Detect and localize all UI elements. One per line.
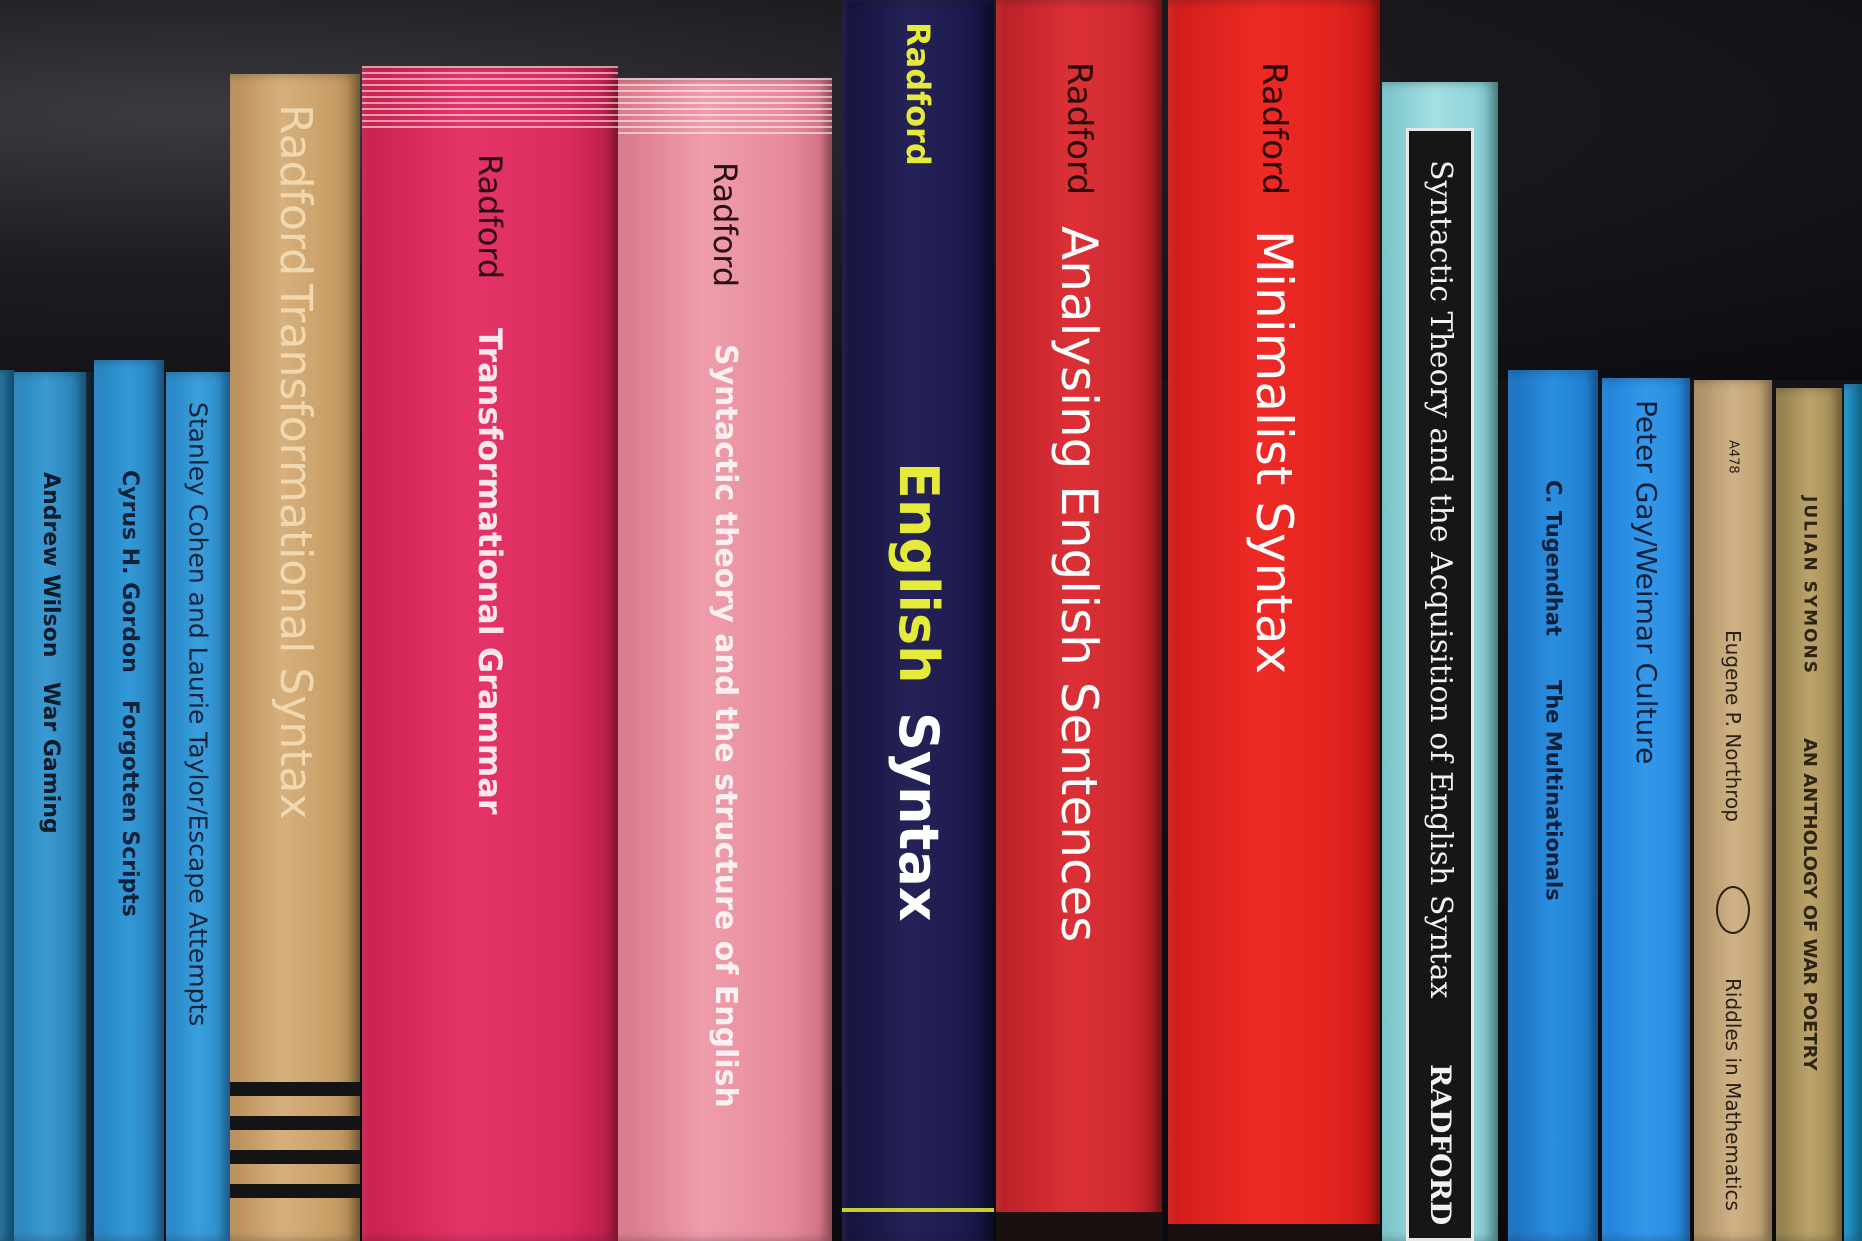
book-spine-escape-attempts: Stanley Cohen and Laurie Taylor/Escape A… xyxy=(166,372,230,1241)
book-author: Radford xyxy=(706,162,744,288)
page-edges xyxy=(618,78,832,136)
book-author: Radford xyxy=(471,154,509,280)
book-spine-acquisition-of-english-syntax: Syntactic Theory and the Acquisition of … xyxy=(1382,82,1498,1241)
spine-accent-line xyxy=(842,1208,994,1212)
book-title: The Multinationals xyxy=(1541,680,1566,901)
book-spine-minimalist-syntax: Radford Minimalist Syntax xyxy=(1168,0,1380,1241)
book-spine-the-multinationals: C. Tugendhat The Multinationals xyxy=(1508,370,1598,1241)
book-spine-riddles-in-mathematics: A478 Eugene P. Northrop Riddles in Mathe… xyxy=(1694,380,1772,1241)
book-title: Transformational Grammar xyxy=(471,328,509,815)
book-author: Radford xyxy=(1254,62,1294,196)
book-spine-analysing-english-sentences: Radford Analysing English Sentences xyxy=(996,0,1162,1241)
bookshelf: Andrew Wilson War Gaming Cyrus H. Gordon… xyxy=(0,0,1862,1241)
book-spine-sliver-right xyxy=(1844,384,1862,1241)
book-title: Peter Gay/Weimar Culture xyxy=(1630,400,1663,765)
spine-bottom-band xyxy=(996,1212,1162,1241)
book-author: Radford xyxy=(1059,62,1099,196)
book-title: Minimalist Syntax xyxy=(1245,230,1303,675)
book-spine-forgotten-scripts: Cyrus H. Gordon Forgotten Scripts xyxy=(94,360,164,1241)
book-title-part2: Syntax xyxy=(887,712,950,922)
book-title: Transformational Syntax xyxy=(270,284,321,820)
page-edges xyxy=(362,66,618,128)
book-spine-war-gaming: Andrew Wilson War Gaming xyxy=(14,372,86,1241)
spine-stripe xyxy=(230,1082,360,1096)
book-author: RADFORD xyxy=(1424,1064,1457,1226)
book-spine-sliver xyxy=(0,370,14,1241)
penguin-logo-icon xyxy=(1716,886,1750,934)
book-author: Andrew Wilson xyxy=(38,472,63,658)
book-author: Cyrus H. Gordon xyxy=(117,470,142,673)
spine-stripe xyxy=(230,1184,360,1198)
book-author: Radford xyxy=(899,22,937,166)
book-spine-transformational-syntax: Radford Transformational Syntax xyxy=(230,74,360,1241)
book-spine-transformational-grammar: Radford Transformational Grammar xyxy=(362,66,618,1241)
book-title: Analysing English Sentences xyxy=(1050,226,1108,943)
book-spine-english-syntax: Radford English Syntax xyxy=(842,0,994,1241)
book-code: A478 xyxy=(1725,440,1741,474)
book-author: JULIAN SYMONS xyxy=(1799,496,1820,675)
book-title: Stanley Cohen and Laurie Taylor/Escape A… xyxy=(183,402,213,1027)
book-title-part1: English xyxy=(887,462,950,684)
book-title: Forgotten Scripts xyxy=(117,700,142,917)
book-author: Radford xyxy=(270,104,321,277)
book-spine-weimar-culture: Peter Gay/Weimar Culture xyxy=(1602,378,1690,1241)
spine-stripe xyxy=(230,1116,360,1130)
book-title: Syntactic Theory and the Acquisition of … xyxy=(1423,160,1458,999)
book-title: Riddles in Mathematics xyxy=(1721,978,1745,1211)
book-author: Eugene P. Northrop xyxy=(1721,630,1745,822)
book-spine-dark xyxy=(86,372,94,1241)
book-spine-anthology-of-war-poetry: JULIAN SYMONS AN ANTHOLOGY OF WAR POETRY xyxy=(1776,388,1842,1241)
book-spine-syntactic-theory: Radford Syntactic theory and the structu… xyxy=(618,78,832,1241)
book-title: AN ANTHOLOGY OF WAR POETRY xyxy=(1799,738,1820,1071)
book-title: Syntactic theory and the structure of En… xyxy=(708,344,743,1108)
book-author: C. Tugendhat xyxy=(1541,480,1566,637)
book-title: War Gaming xyxy=(38,682,63,834)
spine-stripe xyxy=(230,1150,360,1164)
spine-bottom-band xyxy=(1168,1224,1380,1241)
